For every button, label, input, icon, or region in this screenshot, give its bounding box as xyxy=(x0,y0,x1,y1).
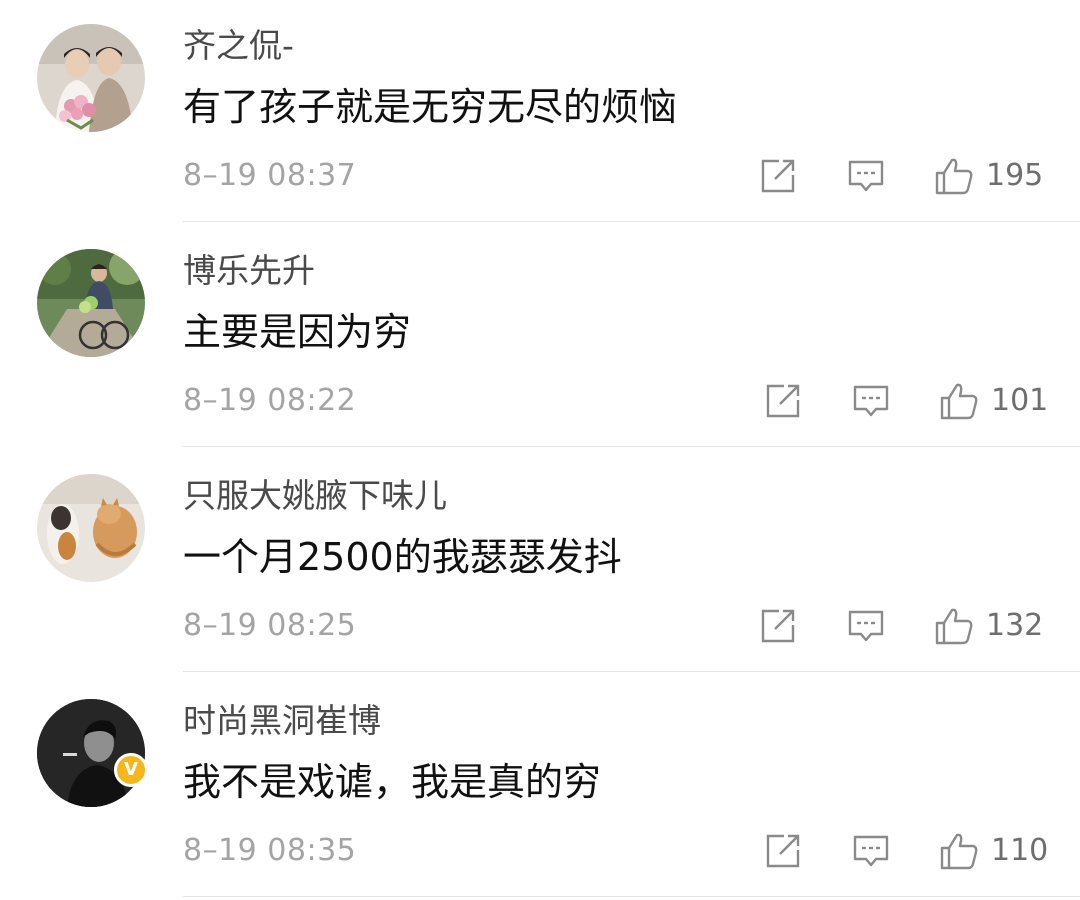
divider xyxy=(183,671,1080,672)
timestamp: 8–19 08:37 xyxy=(183,158,357,193)
share-button[interactable] xyxy=(764,381,802,421)
like-button[interactable]: 110 xyxy=(939,831,1048,871)
share-button[interactable] xyxy=(759,156,797,196)
divider xyxy=(183,446,1080,447)
like-button[interactable]: 132 xyxy=(934,606,1043,646)
share-icon xyxy=(766,834,800,868)
comment-item: V 时尚黑洞崔博 我不是戏谑，我是真的穷 8–19 08:35 110 xyxy=(0,675,1080,900)
timestamp: 8–19 08:25 xyxy=(183,608,357,643)
reply-button[interactable] xyxy=(847,606,885,646)
thumbs-up-icon xyxy=(935,608,973,645)
comment-item: 博乐先升 主要是因为穷 8–19 08:22 101 xyxy=(0,225,1080,450)
username[interactable]: 只服大姚腋下味儿 xyxy=(183,474,447,518)
reply-button[interactable] xyxy=(847,156,885,196)
share-icon xyxy=(761,159,795,193)
avatar-image xyxy=(37,24,145,132)
thumbs-up-icon xyxy=(940,383,978,420)
comment-icon xyxy=(848,610,884,642)
timestamp: 8–19 08:35 xyxy=(183,833,357,868)
reply-button[interactable] xyxy=(852,831,890,871)
comment-item: 只服大姚腋下味儿 一个月2500的我瑟瑟发抖 8–19 08:25 132 xyxy=(0,450,1080,675)
avatar[interactable] xyxy=(37,249,145,357)
thumbs-up-icon xyxy=(935,158,973,195)
comment-item: 齐之侃- 有了孩子就是无穷无尽的烦恼 8–19 08:37 195 xyxy=(0,0,1080,225)
avatar-image xyxy=(37,474,145,582)
thumbs-up-icon xyxy=(940,833,978,870)
timestamp: 8–19 08:22 xyxy=(183,383,357,418)
avatar[interactable] xyxy=(37,474,145,582)
like-button[interactable]: 195 xyxy=(934,156,1043,196)
like-count: 132 xyxy=(986,608,1044,643)
comment-text: 我不是戏谑，我是真的穷 xyxy=(183,760,602,804)
username[interactable]: 齐之侃- xyxy=(183,24,294,68)
verified-badge: V xyxy=(114,753,148,787)
avatar-image xyxy=(37,249,145,357)
share-button[interactable] xyxy=(764,831,802,871)
comment-icon xyxy=(853,835,889,867)
share-button[interactable] xyxy=(759,606,797,646)
avatar[interactable] xyxy=(37,24,145,132)
like-count: 101 xyxy=(991,383,1049,418)
username[interactable]: 时尚黑洞崔博 xyxy=(183,699,381,743)
share-icon xyxy=(761,609,795,643)
like-count: 195 xyxy=(986,158,1044,193)
reply-button[interactable] xyxy=(852,381,890,421)
comment-icon xyxy=(848,160,884,192)
like-button[interactable]: 101 xyxy=(939,381,1048,421)
comment-list: 齐之侃- 有了孩子就是无穷无尽的烦恼 8–19 08:37 195 博乐先升 主… xyxy=(0,0,1080,897)
share-icon xyxy=(766,384,800,418)
like-count: 110 xyxy=(991,833,1049,868)
comment-text: 一个月2500的我瑟瑟发抖 xyxy=(183,535,622,579)
comment-icon xyxy=(853,385,889,417)
divider xyxy=(183,221,1080,222)
comment-text: 主要是因为穷 xyxy=(183,310,412,354)
comment-text: 有了孩子就是无穷无尽的烦恼 xyxy=(183,85,678,129)
username[interactable]: 博乐先升 xyxy=(183,249,315,293)
